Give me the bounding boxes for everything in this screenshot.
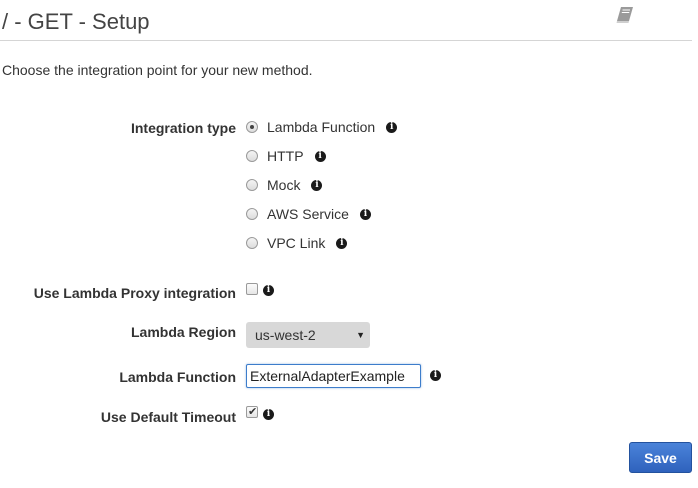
lambda-function-label: Lambda Function — [119, 369, 236, 385]
radio-http[interactable]: HTTP i — [246, 147, 326, 165]
option-label: HTTP — [267, 148, 304, 164]
radio-button[interactable] — [246, 208, 258, 220]
info-icon[interactable]: i — [359, 208, 371, 220]
dropdown-caret-icon: ▼ — [356, 330, 365, 340]
radio-mock[interactable]: Mock i — [246, 176, 323, 194]
option-label: VPC Link — [267, 235, 326, 251]
default-timeout-label: Use Default Timeout — [100, 409, 236, 425]
lambda-proxy-label: Use Lambda Proxy integration — [33, 285, 236, 301]
lambda-region-label: Lambda Region — [130, 324, 236, 340]
lambda-function-input[interactable] — [246, 364, 421, 388]
info-icon[interactable]: i — [311, 179, 323, 191]
page-title: / - GET - Setup — [2, 9, 150, 34]
info-icon[interactable]: i — [263, 285, 274, 296]
radio-lambda-function[interactable]: Lambda Function i — [246, 118, 398, 136]
radio-vpc-link[interactable]: VPC Link i — [246, 234, 348, 252]
checkmark-icon: ✔ — [248, 406, 258, 418]
page-header: / - GET - Setup — [0, 0, 692, 41]
radio-button[interactable] — [246, 237, 258, 249]
radio-aws-service[interactable]: AWS Service i — [246, 205, 371, 223]
info-icon[interactable]: i — [430, 370, 441, 381]
info-icon[interactable]: i — [314, 150, 326, 162]
radio-button[interactable] — [246, 121, 258, 133]
save-button[interactable]: Save — [629, 442, 692, 473]
radio-button[interactable] — [246, 150, 258, 162]
lambda-region-select[interactable]: us-west-2 ▼ — [246, 322, 370, 348]
select-value: us-west-2 — [255, 327, 316, 343]
option-label: Lambda Function — [267, 119, 376, 135]
integration-type-label: Integration type — [130, 120, 236, 136]
book-icon[interactable] — [614, 5, 636, 25]
info-icon[interactable]: i — [263, 409, 274, 420]
default-timeout-checkbox[interactable]: ✔ — [246, 406, 258, 418]
lambda-proxy-checkbox[interactable] — [246, 283, 258, 295]
intro-text: Choose the integration point for your ne… — [2, 62, 313, 78]
option-label: AWS Service — [267, 206, 349, 222]
info-icon[interactable]: i — [336, 237, 348, 249]
info-icon[interactable]: i — [386, 121, 398, 133]
radio-button[interactable] — [246, 179, 258, 191]
option-label: Mock — [267, 177, 301, 193]
